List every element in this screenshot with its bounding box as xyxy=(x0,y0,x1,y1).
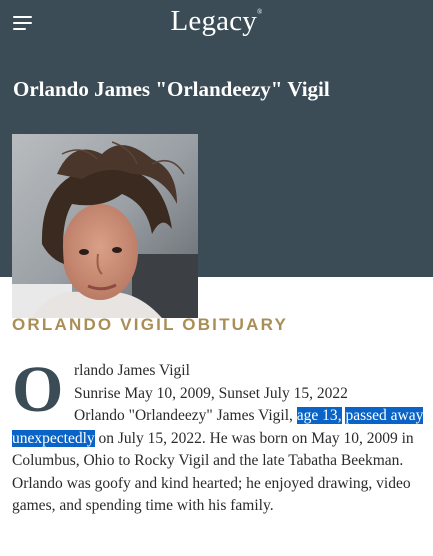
obituary-line-dates: Sunrise May 10, 2009, Sunset July 15, 20… xyxy=(74,384,348,402)
registered-mark: ® xyxy=(257,8,263,16)
drop-cap: O xyxy=(12,353,64,426)
obituary-line-intro: Orlando "Orlandeezy" James Vigil, xyxy=(74,407,297,424)
obituary-text: O rlando James Vigil Sunrise May 10, 200… xyxy=(12,353,424,518)
top-nav-bar: Legacy® xyxy=(0,0,433,42)
section-title: ORLANDO VIGIL OBITUARY xyxy=(12,315,289,334)
page-title: Orlando James "Orlandeezy" Vigil xyxy=(13,77,330,101)
obituary-photo xyxy=(12,134,198,318)
highlighted-text-age[interactable]: age 13 xyxy=(296,407,338,424)
obituary-line-name: rlando James Vigil xyxy=(74,362,190,379)
logo-text: Legacy xyxy=(170,5,257,37)
legacy-logo[interactable]: Legacy® xyxy=(0,5,433,38)
highlighted-text-comma[interactable]: , xyxy=(337,407,342,424)
